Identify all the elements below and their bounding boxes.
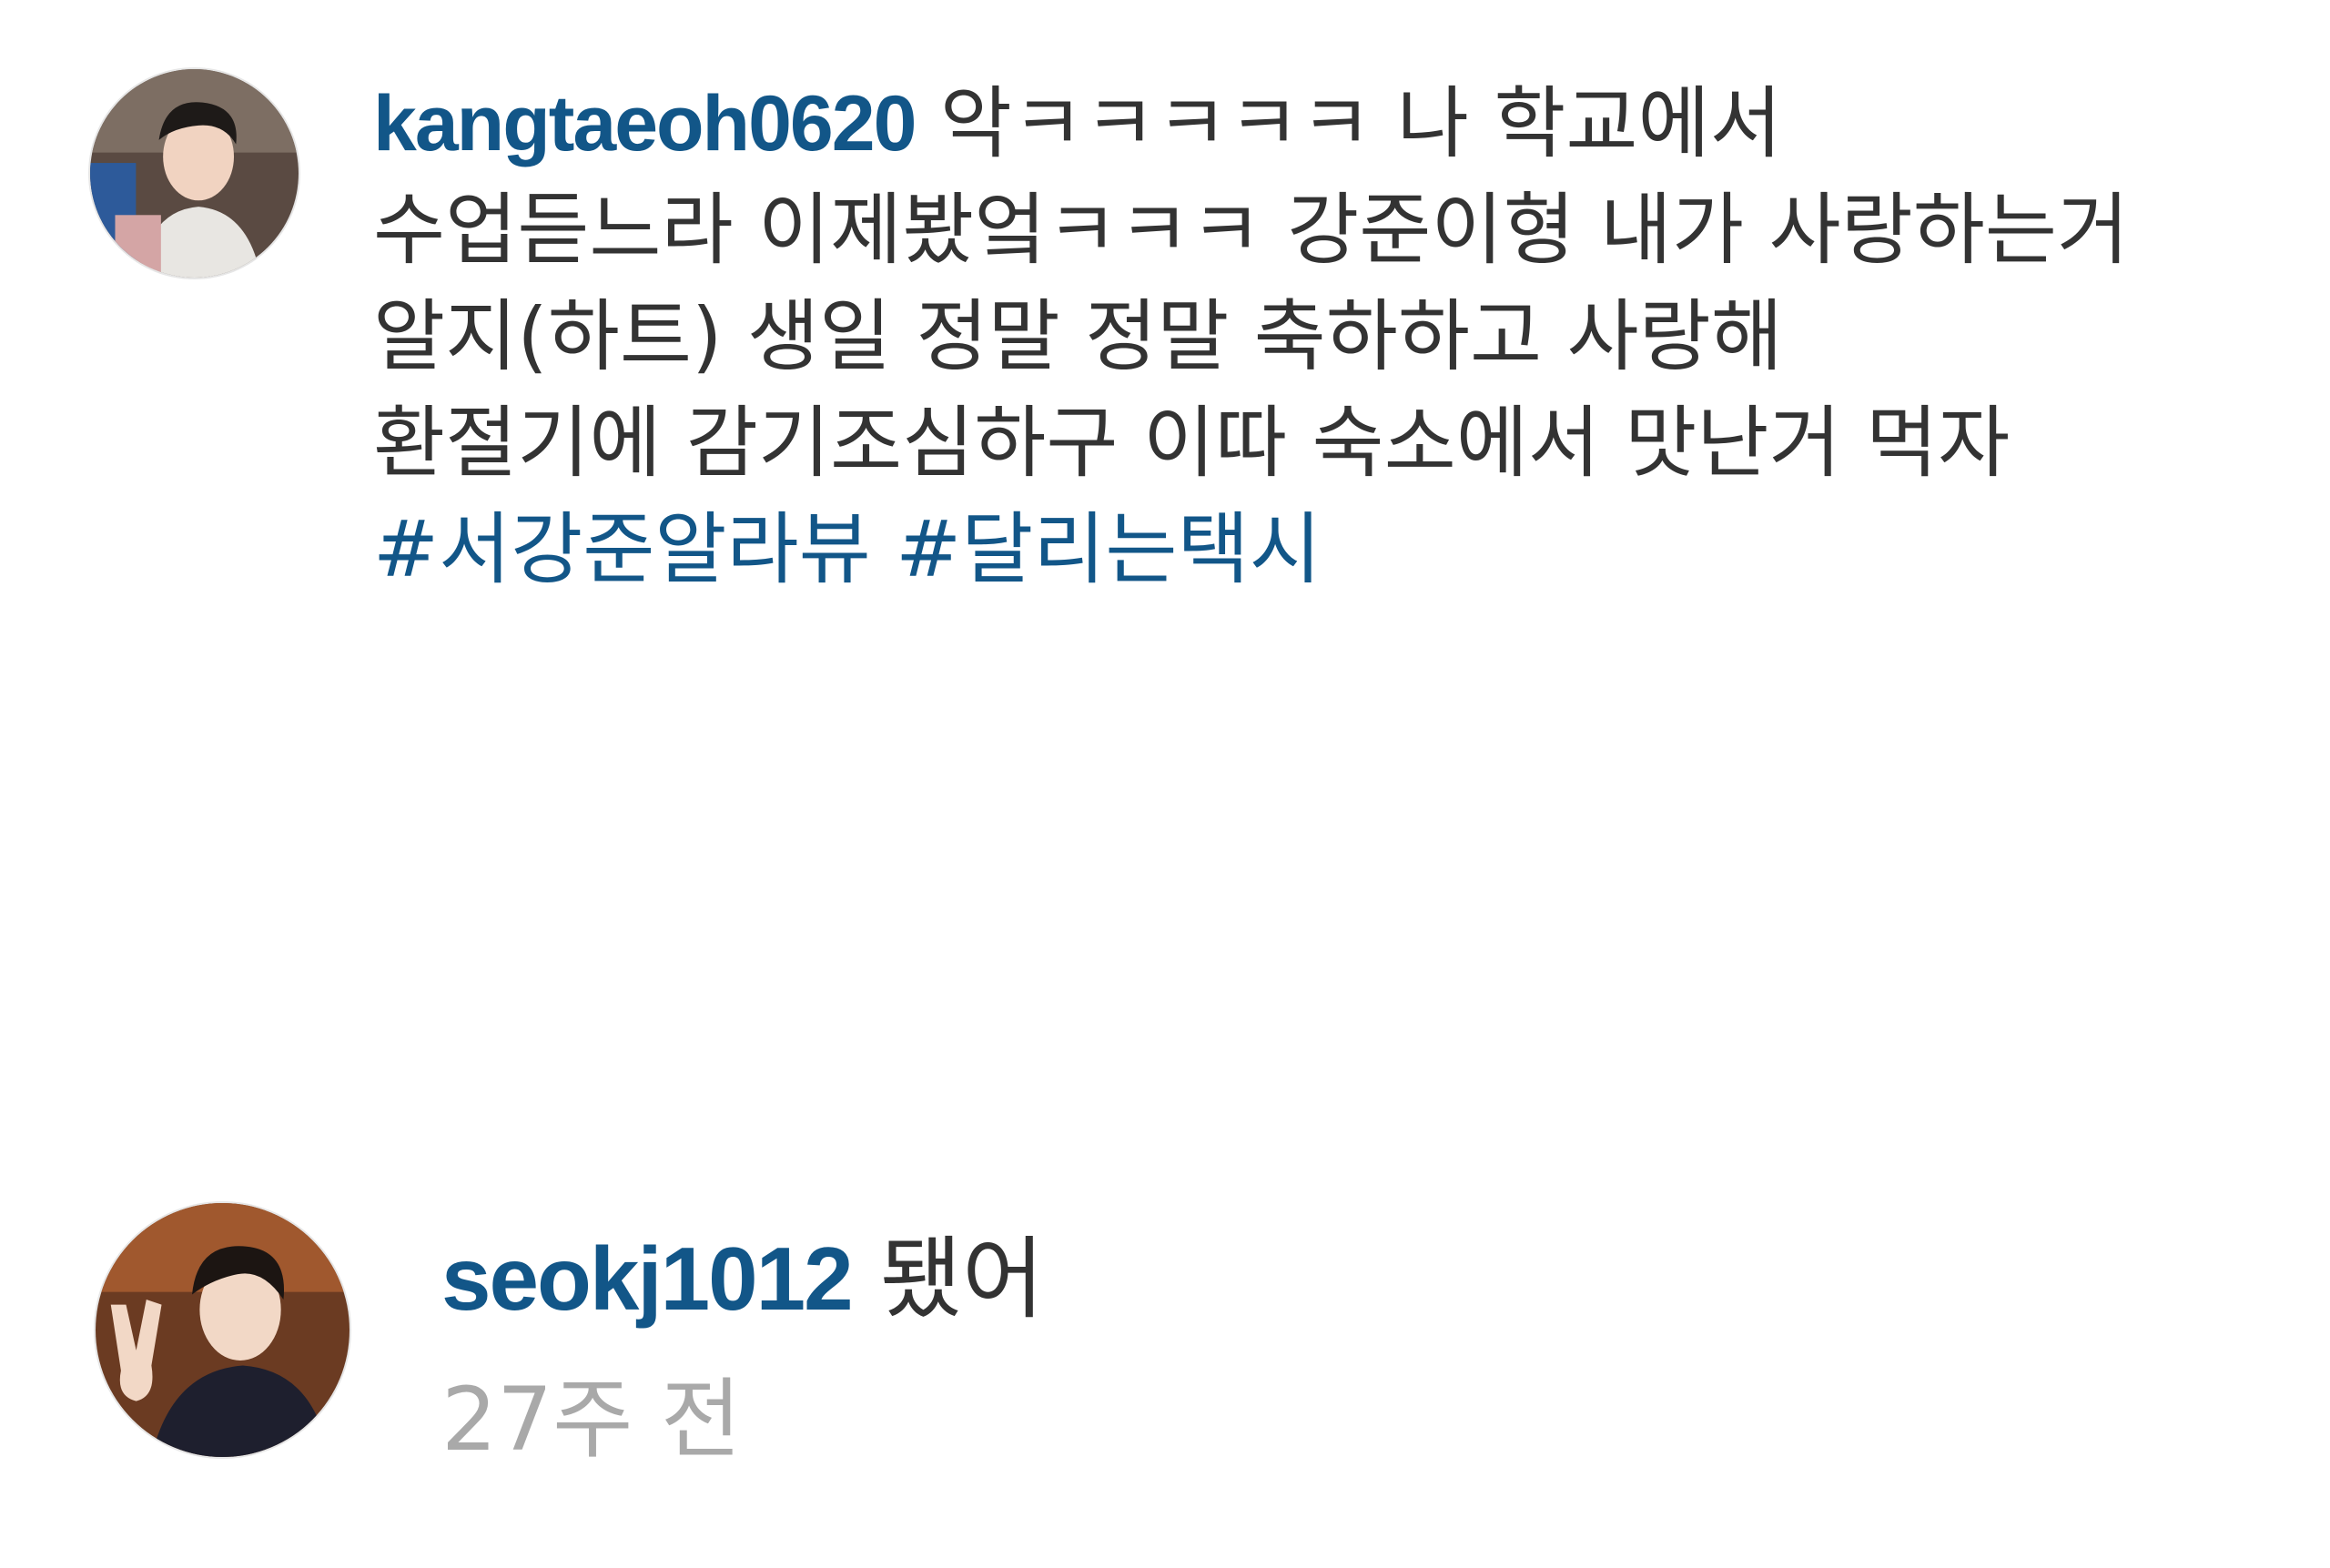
hashtag-line: #서강준알라뷰 #달리는택시 [373, 497, 2294, 603]
avatar[interactable] [88, 67, 300, 279]
avatar[interactable] [94, 1201, 351, 1459]
comment-line: 수업듣느라 이제봤엌ㅋㅋㅋ 강준이형 내가 사랑하는거 [373, 185, 2130, 276]
comment-body: seokj1012 됐어 [441, 1219, 1044, 1339]
hashtag-link[interactable]: #달리는택시 [896, 504, 1322, 595]
comment-body: kangtaeoh0620 악ㅋㅋㅋㅋㅋ 나 학교에서 수업듣느라 이제봤엌ㅋㅋ… [373, 71, 2294, 603]
username-link[interactable]: seokj1012 [441, 1229, 854, 1329]
username-link[interactable]: kangtaeoh0620 [373, 80, 917, 167]
profile-photo-icon [96, 1203, 350, 1457]
comment-line: kangtaeoh0620 악ㅋㅋㅋㅋㅋ 나 학교에서 [373, 71, 2294, 177]
profile-photo-icon [90, 69, 299, 278]
comment-line: 환절기에 감기조심하구 이따 숙소에서 맛난거 먹자 [373, 398, 2011, 489]
hashtag-link[interactable]: #서강준알라뷰 [373, 504, 871, 595]
comment-line: 알지(하트) 생일 정말 정말 축하하고 사랑해 [373, 291, 1783, 382]
comment-text: 악ㅋㅋㅋㅋㅋ 나 학교에서 [939, 78, 1782, 169]
comment-text: 됐어 [879, 1228, 1045, 1331]
timestamp: 27주 전 [441, 1369, 742, 1471]
